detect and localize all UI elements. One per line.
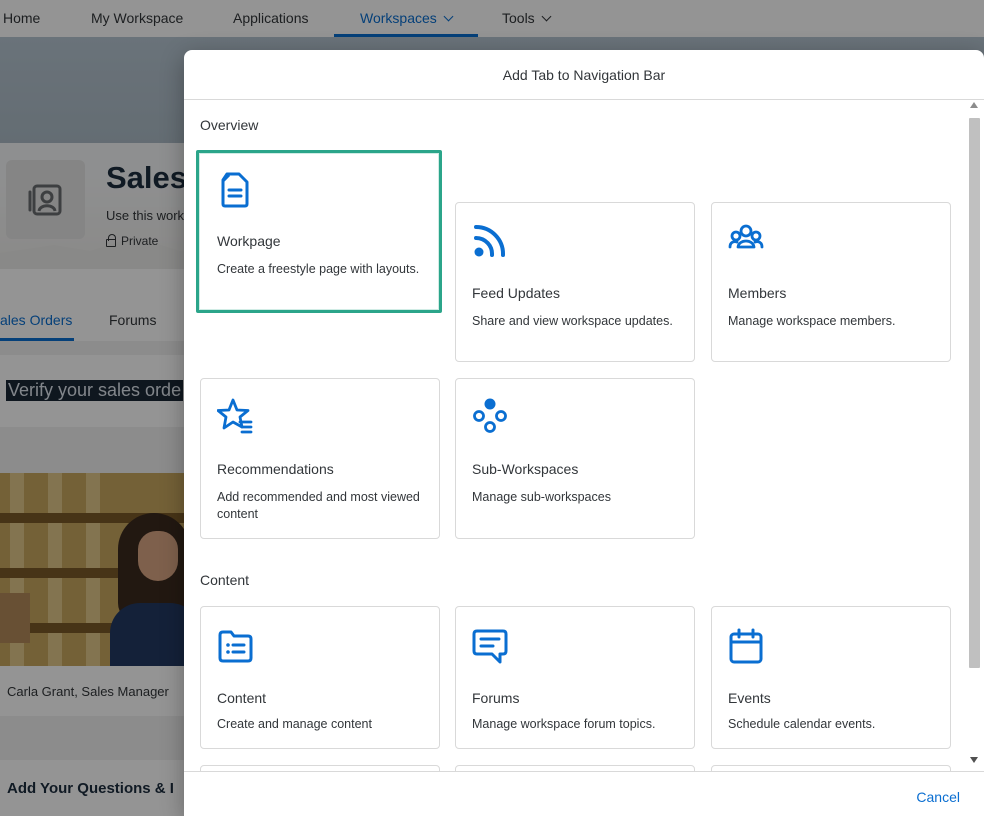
dialog-body: Overview Workpage Create a freestyle pag… — [184, 100, 984, 771]
tile-events[interactable]: Events Schedule calendar events. — [711, 606, 951, 749]
add-tab-dialog: Add Tab to Navigation Bar Overview Workp… — [184, 50, 984, 816]
scroll-up-arrow[interactable] — [970, 102, 978, 108]
tile-title: Feed Updates — [472, 285, 560, 301]
tile-title: Events — [728, 690, 771, 706]
scrollbar-thumb[interactable] — [969, 118, 980, 668]
tile-forums[interactable]: Forums Manage workspace forum topics. — [455, 606, 695, 749]
star-list-icon — [217, 398, 253, 434]
hierarchy-icon — [473, 398, 507, 433]
dialog-header: Add Tab to Navigation Bar — [184, 50, 984, 100]
section-title-overview: Overview — [200, 117, 259, 133]
group-icon — [728, 224, 764, 249]
tile-title: Members — [728, 285, 787, 301]
tile-description: Create a freestyle page with layouts. — [217, 262, 420, 276]
tile-description: Share and view workspace updates. — [472, 314, 673, 328]
tile-description: Create and manage content — [217, 717, 372, 731]
tile-title: Content — [217, 690, 267, 706]
tile-workpage[interactable]: Workpage Create a freestyle page with la… — [196, 150, 442, 313]
tile-description: Manage workspace forum topics. — [472, 717, 656, 731]
dialog-footer: Cancel — [184, 771, 984, 816]
feed-icon — [474, 225, 506, 257]
tile-members[interactable]: Members Manage workspace members. — [711, 202, 951, 362]
tile-title: Recommendations — [217, 461, 334, 477]
tile-description: Manage sub-workspaces — [472, 490, 611, 504]
tile-recommendations[interactable]: Recommendations Add recommended and most… — [200, 378, 440, 539]
scroll-down-arrow[interactable] — [970, 757, 978, 763]
discussion-icon — [472, 629, 508, 664]
cancel-button[interactable]: Cancel — [916, 789, 960, 805]
calendar-icon — [729, 628, 763, 664]
tile-title: Forums — [472, 690, 520, 706]
folder-list-icon — [218, 630, 253, 663]
tile-title: Workpage — [217, 233, 281, 249]
tile-description: Manage workspace members. — [728, 314, 896, 328]
tile-content[interactable]: Content Create and manage content — [200, 606, 440, 749]
tile-feed-updates[interactable]: Feed Updates Share and view workspace up… — [455, 202, 695, 362]
tile-description: Schedule calendar events. — [728, 717, 876, 731]
tile-description: Add recommended and most viewed content — [217, 490, 420, 521]
tile-title: Sub-Workspaces — [472, 461, 579, 477]
document-icon — [221, 172, 249, 208]
section-title-content: Content — [200, 572, 250, 588]
dialog-title: Add Tab to Navigation Bar — [502, 66, 666, 83]
tile-sub-workspaces[interactable]: Sub-Workspaces Manage sub-workspaces — [455, 378, 695, 539]
